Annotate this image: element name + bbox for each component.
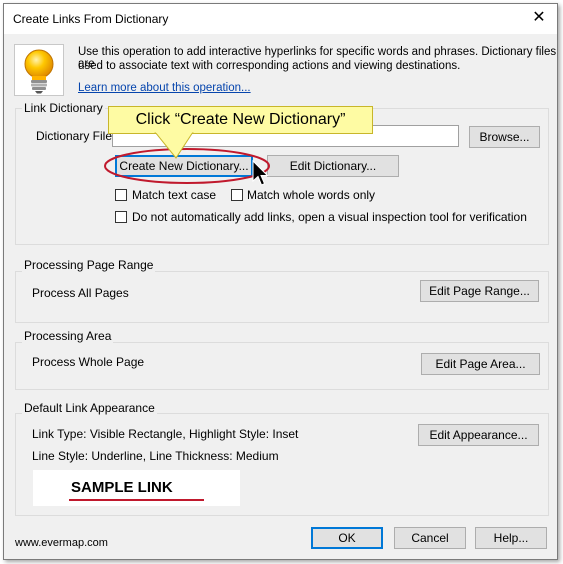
match-case-checkbox[interactable] (115, 189, 127, 201)
page-range-label: Processing Page Range (22, 258, 156, 272)
cancel-button[interactable]: Cancel (394, 527, 466, 549)
dialog-window: Create Links From Dictionary ✕ Use this … (3, 3, 558, 560)
match-case-label: Match text case (132, 188, 217, 202)
lightbulb-icon (14, 44, 64, 96)
line-style-text: Line Style: Underline, Line Thickness: M… (32, 449, 279, 463)
no-auto-links-label: Do not automatically add links, open a v… (132, 210, 527, 224)
mouse-cursor-icon (252, 160, 269, 186)
browse-button[interactable]: Browse... (469, 126, 540, 148)
processing-area-label: Processing Area (22, 329, 114, 343)
edit-appearance-button[interactable]: Edit Appearance... (418, 424, 539, 446)
link-type-text: Link Type: Visible Rectangle, Highlight … (32, 427, 299, 441)
link-dictionary-label: Link Dictionary (22, 101, 105, 115)
instruction-callout: Click “Create New Dictionary” (108, 106, 373, 134)
sample-link-underline (69, 499, 204, 501)
match-whole-words-checkbox[interactable] (231, 189, 243, 201)
learn-more-link[interactable]: Learn more about this operation... (78, 82, 251, 94)
edit-dictionary-button[interactable]: Edit Dictionary... (267, 155, 399, 177)
help-button[interactable]: Help... (475, 527, 547, 549)
page-range-value: Process All Pages (32, 286, 129, 300)
website-text: www.evermap.com (15, 537, 108, 549)
close-icon[interactable]: ✕ (527, 7, 551, 29)
sample-link-preview: SAMPLE LINK (33, 470, 240, 506)
edit-page-area-button[interactable]: Edit Page Area... (421, 353, 540, 375)
callout-text: Click “Create New Dictionary” (135, 111, 346, 128)
title-bar: Create Links From Dictionary ✕ (4, 4, 557, 34)
window-title: Create Links From Dictionary (13, 12, 169, 26)
edit-page-range-button[interactable]: Edit Page Range... (420, 280, 539, 302)
ok-button[interactable]: OK (311, 527, 383, 549)
intro-line-2: used to associate text with correspondin… (78, 60, 461, 72)
callout-pointer (154, 132, 194, 159)
sample-link-text: SAMPLE LINK (71, 479, 173, 496)
no-auto-links-checkbox[interactable] (115, 211, 127, 223)
processing-area-value: Process Whole Page (32, 355, 145, 369)
dictionary-file-label: Dictionary File: (36, 129, 116, 143)
match-whole-words-label: Match whole words only (247, 188, 376, 202)
link-appearance-label: Default Link Appearance (22, 401, 157, 415)
